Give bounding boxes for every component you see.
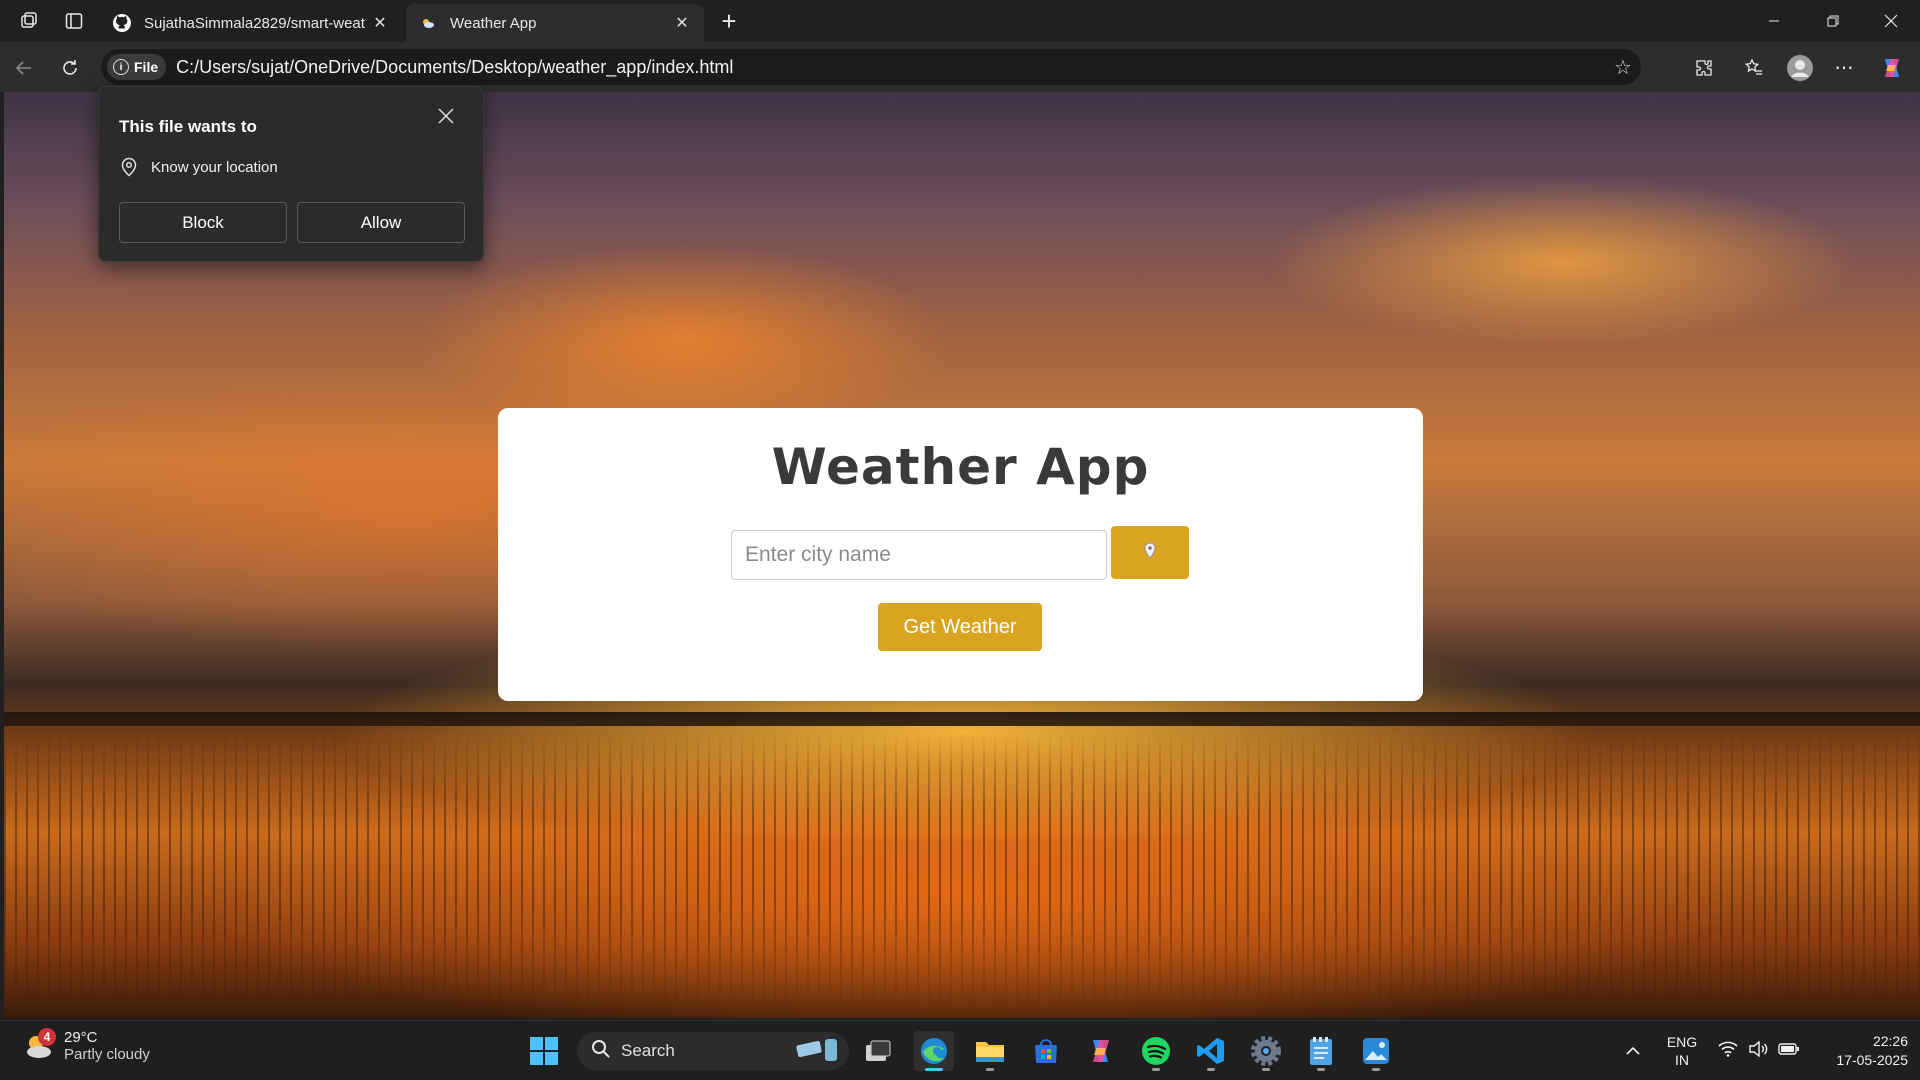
system-status-icons[interactable] (1714, 1021, 1804, 1080)
spotify-icon[interactable] (1136, 1031, 1176, 1071)
vertical-tabs-icon[interactable] (61, 8, 87, 34)
address-bar[interactable]: i File C:/Users/sujat/OneDrive/Documents… (101, 49, 1641, 85)
weather-app-icon (418, 13, 438, 33)
browser-titlebar: SujathaSimmala2829/smart-weat ✕ Weather … (0, 0, 1920, 42)
weather-card: Weather App Get Weather (498, 408, 1423, 701)
tab-title: SujathaSimmala2829/smart-weat (144, 14, 365, 32)
profile-avatar[interactable] (1784, 52, 1816, 84)
windows-start-icon[interactable] (524, 1031, 564, 1071)
horizon-silhouette (4, 712, 1920, 726)
allow-button[interactable]: Allow (297, 202, 465, 243)
partly-cloudy-icon: 4 (22, 1028, 56, 1062)
notepad-icon[interactable] (1301, 1031, 1341, 1071)
language-indicator[interactable]: ENG IN (1660, 1021, 1704, 1080)
tab-weather-app[interactable]: Weather App ✕ (406, 4, 704, 42)
windows-taskbar: 4 29°C Partly cloudy Search ENG IN 22:26… (0, 1020, 1920, 1080)
city-input[interactable] (731, 530, 1107, 580)
block-button[interactable]: Block (119, 202, 287, 243)
water-posts (4, 732, 1920, 1012)
close-window-icon[interactable] (1862, 0, 1920, 42)
edge-icon[interactable] (914, 1031, 954, 1071)
site-info-label: File (134, 59, 159, 75)
new-tab-icon[interactable]: + (714, 6, 744, 36)
clock-date: 17-05-2025 (1836, 1052, 1908, 1068)
search-label: Search (621, 1041, 675, 1060)
language-region: IN (1675, 1052, 1689, 1068)
file-explorer-icon[interactable] (970, 1031, 1010, 1071)
close-tab-icon[interactable]: ✕ (672, 13, 692, 33)
show-hidden-icons[interactable] (1618, 1021, 1648, 1080)
clock-time: 22:26 (1872, 1033, 1908, 1049)
close-popup-icon[interactable] (435, 105, 457, 127)
browser-toolbar: i File C:/Users/sujat/OneDrive/Documents… (0, 42, 1920, 92)
restore-icon[interactable] (1804, 0, 1862, 42)
location-pin-icon (1143, 542, 1157, 563)
language-code: ENG (1666, 1034, 1698, 1050)
wifi-icon (1718, 1041, 1738, 1062)
refresh-icon[interactable] (54, 52, 86, 84)
permission-title: This file wants to (119, 117, 257, 136)
copilot-icon[interactable] (1876, 52, 1908, 84)
tab-title: Weather App (450, 14, 537, 32)
use-location-button[interactable] (1111, 526, 1189, 579)
weather-condition: Partly cloudy (64, 1046, 150, 1063)
search-highlight-icon (795, 1035, 841, 1068)
back-icon[interactable] (8, 52, 40, 84)
task-view-icon[interactable] (858, 1031, 898, 1071)
weather-widget[interactable]: 4 29°C Partly cloudy (22, 1028, 150, 1063)
permission-request-row: Know your location (119, 157, 278, 177)
more-options-icon[interactable]: ⋯ (1828, 52, 1860, 84)
copilot-app-icon[interactable] (1081, 1031, 1121, 1071)
weather-temp: 29°C (64, 1029, 98, 1046)
location-icon (119, 157, 139, 177)
app-title: Weather App (771, 438, 1150, 496)
url-text[interactable]: C:/Users/sujat/OneDrive/Documents/Deskto… (176, 57, 1605, 78)
notification-badge: 4 (38, 1028, 56, 1046)
minimize-icon[interactable] (1745, 0, 1803, 42)
microsoft-store-icon[interactable] (1026, 1031, 1066, 1071)
taskbar-search[interactable]: Search (577, 1032, 849, 1070)
location-permission-popup: This file wants to Know your location Bl… (98, 86, 484, 262)
battery-icon (1778, 1042, 1800, 1061)
vscode-icon[interactable] (1191, 1031, 1231, 1071)
search-icon (591, 1039, 611, 1064)
tab-github[interactable]: SujathaSimmala2829/smart-weat ✕ (100, 4, 402, 42)
info-icon: i (113, 59, 129, 75)
extensions-icon[interactable] (1688, 52, 1720, 84)
close-tab-icon[interactable]: ✕ (370, 13, 390, 33)
favorites-icon[interactable] (1738, 52, 1770, 84)
get-weather-button[interactable]: Get Weather (878, 603, 1042, 651)
site-info-chip[interactable]: i File (107, 54, 167, 80)
github-icon (112, 13, 132, 33)
favorite-star-icon[interactable]: ☆ (1605, 55, 1641, 80)
volume-icon (1748, 1040, 1768, 1062)
photos-icon[interactable] (1356, 1031, 1396, 1071)
permission-request-label: Know your location (151, 158, 278, 176)
workspaces-icon[interactable] (16, 8, 42, 34)
system-clock[interactable]: 22:26 17-05-2025 (1810, 1021, 1908, 1080)
settings-icon[interactable] (1246, 1031, 1286, 1071)
